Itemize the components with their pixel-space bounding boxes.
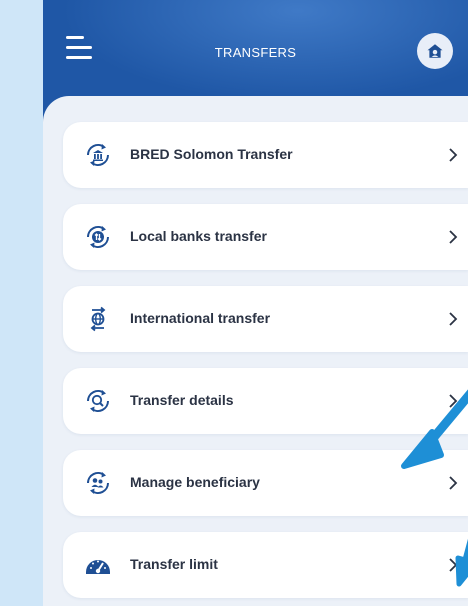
chevron-right-icon — [449, 230, 458, 244]
menu-item-label: Manage beneficiary — [130, 474, 260, 490]
chevron-right-icon — [449, 558, 458, 572]
menu-item-label: BRED Solomon Transfer — [130, 146, 293, 162]
menu-item-label: Transfer limit — [130, 556, 218, 572]
menu-item-bred-solomon-transfer[interactable]: BRED Solomon Transfer — [63, 122, 468, 188]
local-transfer-icon — [87, 226, 109, 248]
home-icon — [427, 44, 443, 58]
home-button[interactable] — [417, 33, 453, 69]
menu-item-transfer-details[interactable]: Transfer details — [63, 368, 468, 434]
chevron-right-icon — [449, 476, 458, 490]
globe-transfer-icon — [90, 306, 106, 332]
page-title: TRANSFERS — [214, 45, 297, 60]
menu-item-manage-beneficiary[interactable]: Manage beneficiary — [63, 450, 468, 516]
chevron-right-icon — [449, 312, 458, 326]
menu-item-transfer-limit[interactable]: Transfer limit — [63, 532, 468, 598]
chevron-right-icon — [449, 394, 458, 408]
menu-item-label: International transfer — [130, 310, 271, 326]
bank-transfer-icon — [87, 144, 109, 166]
search-transfer-icon — [87, 390, 109, 412]
speedometer-icon — [86, 560, 110, 574]
menu-item-label: Local banks transfer — [130, 228, 267, 244]
beneficiary-icon — [87, 472, 109, 494]
transfer-options-panel: BRED Solomon Transfer Local banks transf… — [43, 96, 468, 606]
menu-item-label: Transfer details — [130, 392, 234, 408]
menu-item-local-banks-transfer[interactable]: Local banks transfer — [63, 204, 468, 270]
app-screen: TRANSFERS BRED Solomon Transfer Local ba… — [43, 0, 468, 606]
chevron-right-icon — [449, 148, 458, 162]
menu-item-international-transfer[interactable]: International transfer — [63, 286, 468, 352]
